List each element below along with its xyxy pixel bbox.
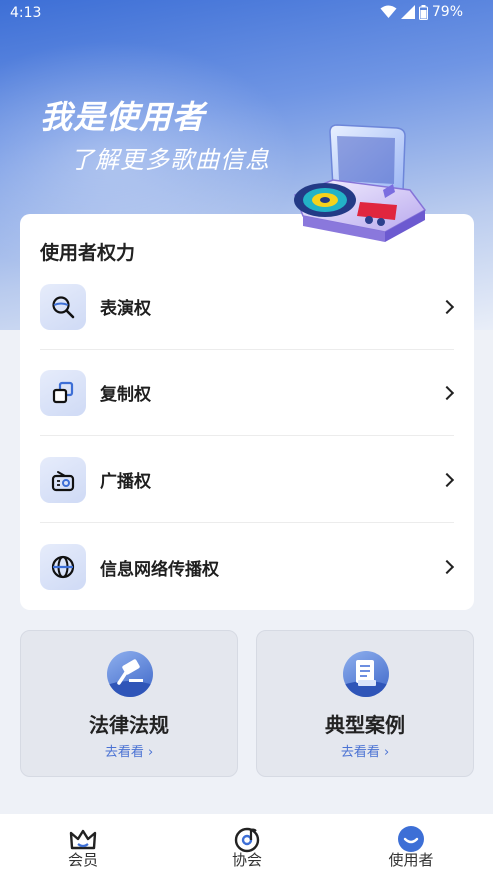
right-item-broadcast[interactable]: 广播权: [40, 437, 455, 523]
tab-label: 协会: [231, 851, 262, 869]
tab-user[interactable]: 使用者: [361, 814, 461, 876]
status-indicators: 79%: [380, 4, 463, 20]
typical-cases-tile[interactable]: 典型案例 去看看 ›: [256, 630, 474, 777]
tile-go-see-link[interactable]: 去看看 ›: [257, 741, 473, 760]
rights-section-title: 使用者权力: [40, 242, 136, 264]
hero-subtitle: 了解更多歌曲信息: [70, 146, 270, 174]
tab-association[interactable]: 协会: [197, 814, 297, 876]
chevron-right-icon: [439, 385, 455, 400]
bottom-tab-bar: 会员 协会 使用者: [0, 814, 493, 876]
right-item-label: 广播权: [100, 472, 151, 492]
chevron-right-icon: [439, 472, 455, 487]
right-item-label: 复制权: [100, 385, 151, 405]
copy-icon: [40, 369, 86, 416]
magnifier-icon: [40, 283, 86, 330]
tab-member[interactable]: 会员: [33, 814, 133, 876]
case-file-icon: [343, 651, 389, 697]
right-item-reproduction[interactable]: 复制权: [40, 350, 455, 436]
laws-regulations-tile[interactable]: 法律法规 去看看 ›: [20, 630, 238, 777]
radio-icon: [40, 456, 86, 503]
tile-title: 典型案例: [325, 713, 405, 737]
right-item-network-dissemination[interactable]: 信息网络传播权: [40, 524, 455, 610]
tab-label: 会员: [67, 851, 98, 869]
globe-icon: [40, 544, 86, 590]
battery-icon: [418, 4, 428, 20]
status-time: 4:13: [10, 5, 42, 21]
chevron-right-icon: [439, 559, 455, 575]
right-item-performance[interactable]: 表演权: [40, 264, 455, 350]
battery-percent: 79%: [431, 4, 463, 20]
signal-icon: [400, 5, 415, 19]
user-rights-card: 使用者权力 表演权 复制权 广播权 信息网络传播权: [20, 214, 474, 610]
wifi-icon: [380, 5, 397, 18]
gavel-icon: [107, 651, 153, 697]
record-player-illustration: [294, 124, 427, 242]
tile-go-see-link[interactable]: 去看看 ›: [21, 741, 237, 760]
status-bar: 4:13 79%: [0, 0, 493, 28]
tile-title: 法律法规: [89, 713, 169, 737]
tab-label: 使用者: [388, 851, 434, 869]
right-item-label: 信息网络传播权: [100, 559, 219, 580]
chevron-right-icon: [439, 299, 455, 314]
right-item-label: 表演权: [100, 299, 151, 319]
hero-title: 我是使用者: [40, 98, 206, 136]
